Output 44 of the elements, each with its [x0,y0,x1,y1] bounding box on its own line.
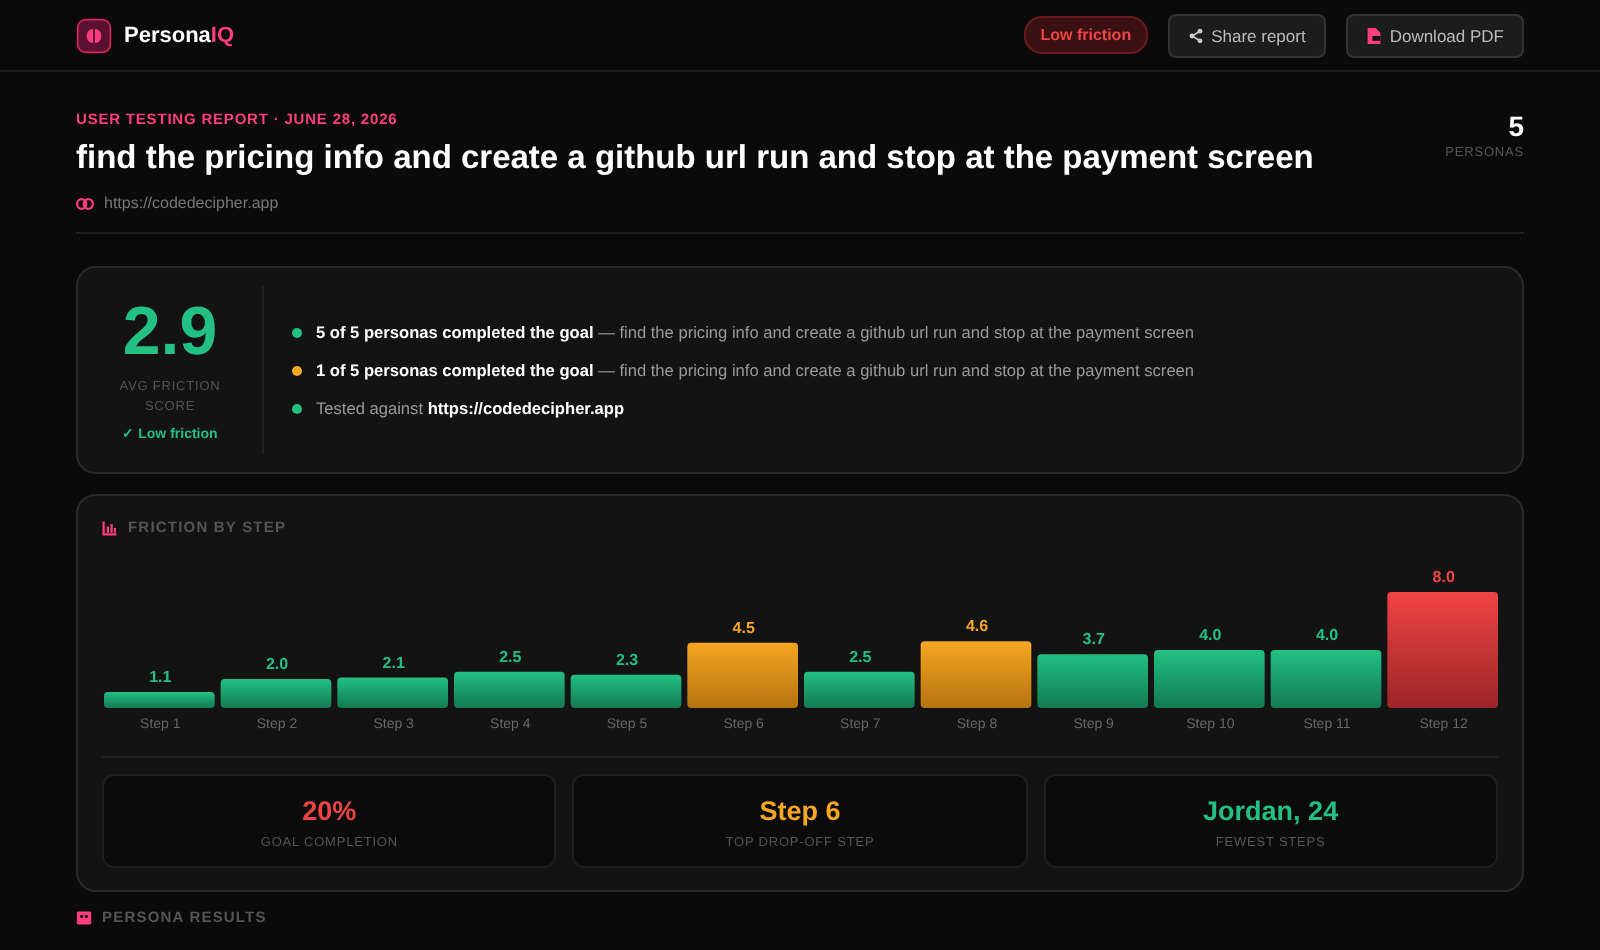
chart-bar [220,679,332,708]
chart-bar [570,674,682,708]
share-icon [1187,27,1204,43]
friction-score: 2.9 [120,298,220,367]
share-button[interactable]: Share report [1167,13,1326,57]
bar-value: 4.0 [1315,626,1339,644]
chart-bar [1154,650,1265,708]
bar-value: 4.0 [1199,626,1222,644]
logo-icon [76,17,112,53]
brand-name: PersonaIQ [124,23,235,47]
link-icon [76,197,94,209]
site-url[interactable]: https://codedecipher.app [104,194,279,212]
people-icon [76,909,92,925]
chart-bar [920,641,1032,708]
bar-value: 2.5 [499,647,522,666]
report-title: find the pricing info and create a github url run and stop at the payment screen [76,140,1314,178]
chart-icon [102,519,118,535]
chart-bar [687,642,798,708]
chart-bar [454,671,565,708]
chart-bar [104,692,215,708]
friction-badge: Low friction [1024,16,1148,54]
stat-value: 20% [300,796,359,826]
chart-bar [1037,654,1148,708]
summary-text: Tested against https://codedecipher.app [316,398,625,418]
stat-value: Step 6 [757,796,843,826]
bar-value: 3.7 [1082,630,1105,649]
summary-text: 5 of 5 personas completed the goal — find the pricing info and create a github url run and stop at the payment screen [316,322,1195,342]
bar-value: 1.1 [149,668,172,687]
bar-value: 4.5 [732,618,755,637]
download-button[interactable]: Download PDF [1345,13,1524,57]
bar-value: 2.1 [382,653,405,672]
bar-value: 2.0 [265,655,289,673]
persona-count: 5 [1506,110,1524,142]
bar-value: 2.3 [615,650,639,669]
bar-value: 4.6 [965,617,989,636]
chart-bar [804,671,915,708]
chart-bar [1270,650,1382,708]
document-icon [1365,27,1382,43]
chart-bar [1387,592,1498,708]
summary-text: 1 of 5 personas completed the goal — find the pricing info and create a github url run and stop at the payment screen [316,360,1195,380]
bar-value: 8.0 [1432,568,1455,586]
stat-value: Jordan, 24 [1201,796,1341,826]
chart-bar [337,677,448,708]
bar-value: 2.5 [849,647,872,666]
